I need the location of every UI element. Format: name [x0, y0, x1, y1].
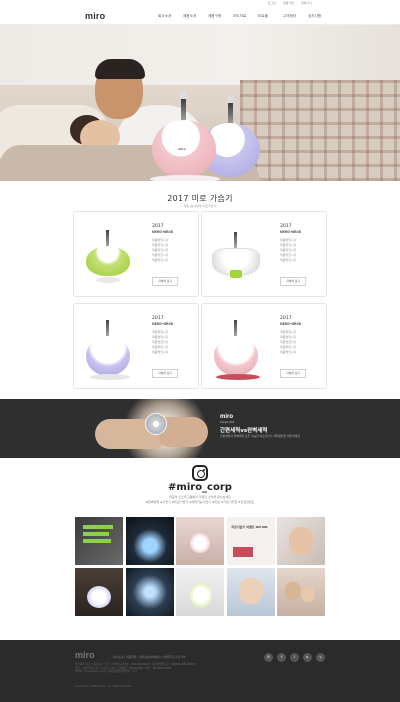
product-model: NERO-NR08 — [280, 322, 301, 326]
product-card[interactable]: 2017 NERO-NR08 제품명입니다 제품명입니다 제품명입니다 제품명입… — [201, 211, 327, 297]
nav-item-support[interactable]: 고객센터 — [283, 14, 308, 19]
youtube-icon[interactable]: ▶ — [303, 653, 312, 662]
clean-pot-device-image — [145, 413, 167, 435]
gallery-tile[interactable] — [176, 517, 224, 565]
gallery-tile[interactable] — [176, 567, 224, 616]
blog-icon[interactable]: B — [264, 653, 273, 662]
product-image-purple — [80, 314, 136, 384]
instagram-gallery: 미로가습기 이벤트 ON AIR — [75, 517, 325, 616]
util-link-cart[interactable]: 장바구니 — [301, 1, 312, 5]
hero-banner: miro — [0, 25, 400, 181]
product-specs: 제품명입니다 제품명입니다 제품명입니다 제품명입니다 제품명입니다 — [152, 330, 169, 354]
gallery-tile[interactable] — [75, 517, 123, 565]
product-year: 2017 — [152, 316, 164, 321]
product-image-green — [80, 222, 136, 292]
social-links: B f i ▶ y — [264, 653, 325, 662]
product-year: 2017 — [280, 316, 292, 321]
gallery-tile[interactable] — [75, 567, 123, 616]
hero-product-label: miro — [178, 147, 186, 151]
gallery-tile[interactable] — [125, 567, 174, 616]
kakao-icon[interactable]: y — [316, 653, 325, 662]
product-specs: 제품명입니다 제품명입니다 제품명입니다 제품명입니다 제품명입니다 — [152, 238, 169, 262]
gallery-tile[interactable] — [125, 517, 174, 565]
nav-item-buy[interactable]: 제품구매 — [208, 14, 233, 19]
detail-button[interactable]: 자세히 보기 — [152, 277, 178, 286]
plaid-blanket — [240, 80, 400, 181]
gallery-tile[interactable] — [277, 517, 325, 565]
nav-item-company[interactable]: 회사소개 — [158, 14, 183, 19]
gallery-tile[interactable]: 미로가습기 이벤트 ON AIR — [226, 517, 275, 565]
detail-button[interactable]: 자세히 보기 — [280, 277, 306, 286]
product-card[interactable]: 2017 NERO-NR08 제품명입니다 제품명입니다 제품명입니다 제품명입… — [73, 303, 199, 389]
section-subtitle: 편안 숨쉬세게 미로가습기 — [183, 204, 217, 208]
band-brand-sub: Clean Pot — [220, 420, 235, 424]
facebook-icon[interactable]: f — [277, 653, 286, 662]
product-model: NERO-NR08 — [152, 322, 173, 326]
detail-button[interactable]: 자세히 보기 — [152, 369, 178, 378]
product-card[interactable]: 2017 NERO-NR08 제품명입니다 제품명입니다 제품명입니다 제품명입… — [201, 303, 327, 389]
section-title: 2017 미로 가습기 — [167, 194, 233, 203]
product-card[interactable]: 2017 NERO-NR08 제품명입니다 제품명입니다 제품명입니다 제품명입… — [73, 211, 199, 297]
product-specs: 제품명입니다 제품명입니다 제품명입니다 제품명입니다 제품명입니다 — [280, 238, 297, 262]
footer-company-info: 주식회사 미로 | 대표이사 : 미로 | 사업자등록번호 : 000-00-0… — [75, 663, 196, 674]
instagram-handle[interactable]: #miro_corp — [0, 482, 400, 493]
nav-item-mall[interactable]: 미로몰 — [258, 14, 283, 19]
product-model: NERO-NR08 — [280, 230, 301, 234]
product-specs: 제품명입니다 제품명입니다 제품명입니다 제품명입니다 제품명입니다 — [280, 330, 297, 354]
footer-logo[interactable]: miro — [75, 650, 95, 660]
instagram-icon[interactable] — [192, 465, 208, 481]
logo[interactable]: miro — [85, 11, 105, 21]
utility-bar: 로그인 회원가입 장바구니 — [0, 0, 400, 8]
util-link-login[interactable]: 로그인 — [268, 1, 276, 5]
cleaning-banner[interactable]: miro Clean Pot 간편세척vs완벽세척 간편세척과 완벽세척 모두 … — [0, 399, 400, 458]
footer-copyright: Copyright © MIRO Corp. All rights reserv… — [75, 685, 132, 688]
footer-nav[interactable]: 회사소개 | 이용약관 | 개인정보처리방침 | 이메일무단수집거부 — [113, 655, 186, 659]
detail-button[interactable]: 자세히 보기 — [280, 369, 306, 378]
band-heading: 간편세척vs완벽세척 — [220, 428, 268, 434]
nav-item-products[interactable]: 제품소개 — [183, 14, 208, 19]
instagram-small-icon[interactable]: i — [290, 653, 299, 662]
product-year: 2017 — [280, 224, 292, 229]
gallery-tile[interactable] — [277, 567, 325, 616]
product-image-white — [208, 222, 264, 292]
main-nav: miro 회사소개 제품소개 제품구매 보도자료 미로몰 고객센터 공지사항 — [0, 8, 400, 25]
band-description: 간편세척과 완벽세척 모두 가능한 미로가습기 세척방법을 확인하세요 — [220, 434, 300, 438]
nav-item-press[interactable]: 보도자료 — [233, 14, 258, 19]
instagram-hashtags: #완벽세척 #가습기 #미로가습기 #세척가능가습기 #미로 #가습기추천 #건… — [145, 500, 255, 504]
product-image-pink — [208, 314, 264, 384]
product-year: 2017 — [152, 224, 164, 229]
instagram-description: 미로의 인스타그램에서 다양한 소식을 만나보세요 — [169, 495, 231, 499]
nav-item-notice[interactable]: 공지사항 — [308, 14, 333, 19]
product-model: NERO-NR08 — [152, 230, 173, 234]
footer: miro 회사소개 | 이용약관 | 개인정보처리방침 | 이메일무단수집거부 … — [0, 640, 400, 702]
gallery-tile[interactable] — [226, 567, 275, 616]
util-link-join[interactable]: 회원가입 — [283, 1, 294, 5]
nav-menu: 회사소개 제품소개 제품구매 보도자료 미로몰 고객센터 공지사항 — [158, 14, 333, 19]
